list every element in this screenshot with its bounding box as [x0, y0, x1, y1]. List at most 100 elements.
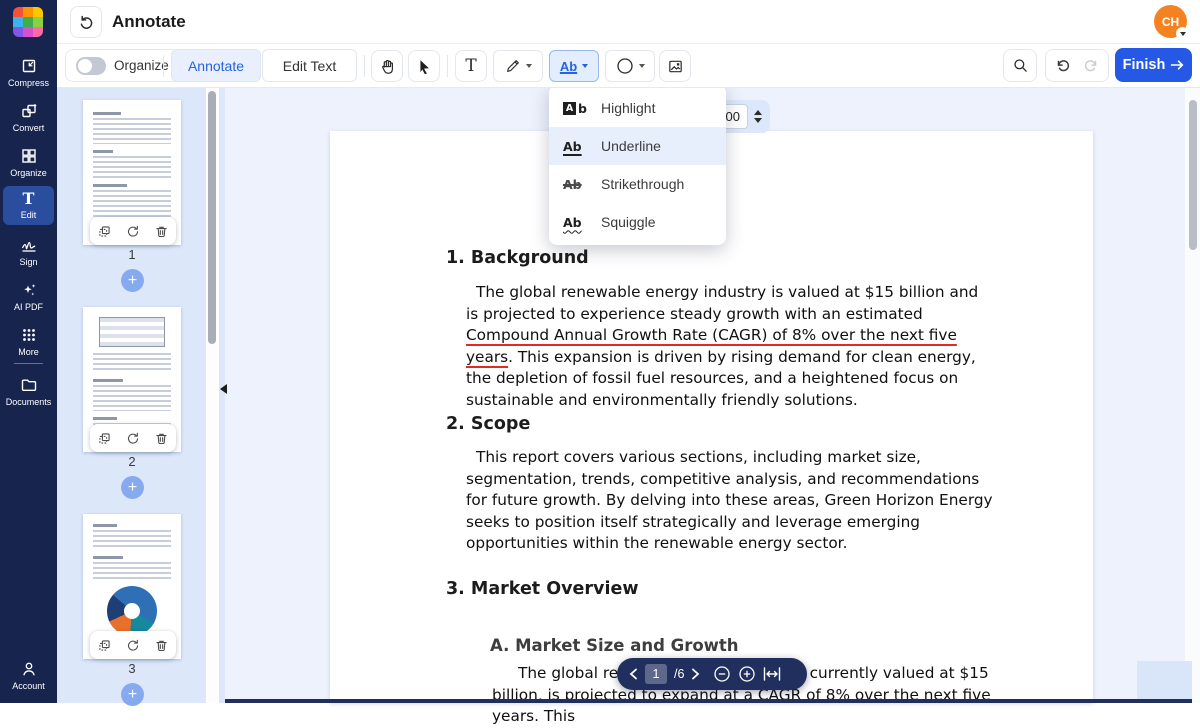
rotate-page-icon[interactable] [125, 224, 140, 239]
sidebar-item-label: Account [12, 681, 45, 691]
organize-toggle[interactable] [76, 56, 106, 75]
total-pages-label: /6 [674, 667, 685, 681]
logo-tile [13, 7, 23, 17]
thumb-content [99, 317, 165, 347]
toolbar-divider [163, 55, 164, 77]
user-avatar[interactable]: CH [1154, 5, 1189, 40]
sidebar-item-account[interactable]: Account [3, 655, 54, 696]
redo-icon[interactable] [1083, 58, 1099, 74]
page-navigation-bar: 1 /6 [617, 658, 807, 690]
strikethrough-icon: Ab [563, 176, 582, 192]
tab-edit-text[interactable]: Edit Text [262, 49, 357, 82]
bottom-edge-bar [225, 699, 1192, 703]
add-page-button[interactable]: + [121, 476, 144, 499]
cursor-arrow-icon [416, 58, 432, 74]
finish-button[interactable]: Finish [1115, 48, 1192, 82]
top-header: Annotate CH [57, 0, 1200, 44]
canvas-corner-panel [1137, 661, 1192, 699]
pen-tool-button[interactable] [493, 50, 543, 82]
page-thumbnail-panel: 1 + 2 + 3 + [57, 88, 227, 706]
delete-page-icon[interactable] [154, 431, 169, 446]
ai-pdf-icon [20, 281, 38, 299]
left-sidebar: Compress Convert Organize T Edit Sign AI… [0, 0, 57, 703]
sidebar-item-ai-pdf[interactable]: AI PDF [3, 276, 54, 317]
page-title: Annotate [112, 12, 186, 31]
delete-page-icon[interactable] [154, 638, 169, 653]
opacity-stepper[interactable] [754, 110, 762, 123]
duplicate-page-icon[interactable] [97, 224, 112, 239]
search-icon [1012, 57, 1029, 74]
pencil-icon [505, 58, 521, 74]
thumb-content [93, 184, 127, 187]
menu-item-strikethrough[interactable]: Ab Strikethrough [549, 165, 726, 203]
tab-annotate[interactable]: Annotate [171, 49, 261, 82]
thumb-content [93, 417, 117, 420]
select-tool-button[interactable] [408, 50, 440, 82]
thumb-content [93, 379, 123, 382]
highlight-icon: Ab [563, 101, 589, 116]
doc-heading-background: 1. Background [446, 248, 589, 268]
sidebar-item-documents[interactable]: Documents [3, 371, 54, 412]
shape-tool-button[interactable] [605, 50, 655, 82]
menu-item-squiggle[interactable]: Ab Squiggle [549, 203, 726, 241]
duplicate-page-icon[interactable] [97, 431, 112, 446]
back-undo-button[interactable] [70, 6, 102, 38]
more-icon [20, 326, 38, 344]
vertical-scrollbar-track[interactable] [1185, 88, 1200, 703]
sidebar-item-edit[interactable]: T Edit [3, 186, 54, 225]
convert-icon [20, 102, 38, 120]
thumb-content [93, 530, 171, 550]
stepper-up-icon[interactable] [754, 110, 762, 115]
text-markup-tool-button[interactable]: Ab [549, 50, 599, 82]
collapse-panel-arrow-icon[interactable] [220, 384, 227, 394]
zoom-out-icon[interactable] [713, 665, 731, 683]
image-tool-button[interactable] [659, 50, 691, 82]
vertical-scrollbar-thumb[interactable] [1189, 100, 1197, 250]
sidebar-item-more[interactable]: More [3, 321, 54, 362]
squiggle-icon: Ab [563, 214, 582, 230]
thumbnail-scrollbar-track[interactable] [206, 88, 219, 703]
fit-width-icon[interactable] [763, 667, 781, 681]
search-button[interactable] [1003, 49, 1037, 82]
duplicate-page-icon[interactable] [97, 638, 112, 653]
stepper-down-icon[interactable] [754, 118, 762, 123]
prev-page-icon[interactable] [629, 668, 638, 680]
rotate-page-icon[interactable] [125, 431, 140, 446]
toolbar-divider [364, 55, 365, 77]
current-page-input[interactable]: 1 [645, 664, 667, 684]
thumb-pie-chart [107, 586, 157, 636]
sidebar-item-compress[interactable]: Compress [3, 52, 54, 93]
sidebar-item-convert[interactable]: Convert [3, 97, 54, 138]
delete-page-icon[interactable] [154, 224, 169, 239]
chevron-down-icon [525, 64, 532, 68]
toolbar-divider [447, 55, 448, 77]
markup-dropdown-menu: Ab Highlight Ab Underline Ab Strikethrou… [549, 85, 726, 245]
menu-item-underline[interactable]: Ab Underline [549, 127, 726, 165]
thumbnail-toolbar [90, 631, 176, 659]
menu-item-label: Squiggle [601, 214, 656, 230]
next-page-icon[interactable] [691, 668, 700, 680]
doc-subheading-market-size: A. Market Size and Growth [490, 636, 739, 655]
text-tool-button[interactable]: T [455, 50, 487, 82]
zoom-in-icon[interactable] [738, 665, 756, 683]
thumb-content [93, 385, 171, 411]
thumb-content [93, 156, 171, 178]
sidebar-item-organize[interactable]: Organize [3, 142, 54, 183]
menu-item-highlight[interactable]: Ab Highlight [549, 89, 726, 127]
add-page-button[interactable]: + [121, 269, 144, 292]
menu-item-label: Underline [601, 138, 661, 154]
doc-paragraph-background: The global renewable energy industry is … [466, 282, 993, 412]
sidebar-item-sign[interactable]: Sign [3, 231, 54, 272]
hand-tool-button[interactable] [371, 50, 403, 82]
page-number: 3 [128, 661, 136, 676]
rotate-page-icon[interactable] [125, 638, 140, 653]
doc-paragraph-scope: This report covers various sections, inc… [466, 448, 993, 553]
sidebar-item-label: Sign [19, 257, 38, 267]
app-logo[interactable] [13, 7, 43, 37]
thumb-content [93, 118, 171, 144]
thumbnail-toolbar [90, 217, 176, 245]
logo-tile [23, 17, 33, 27]
thumbnail-scrollbar-thumb[interactable] [208, 91, 216, 344]
compress-icon [20, 57, 38, 75]
undo-icon[interactable] [1055, 58, 1071, 74]
